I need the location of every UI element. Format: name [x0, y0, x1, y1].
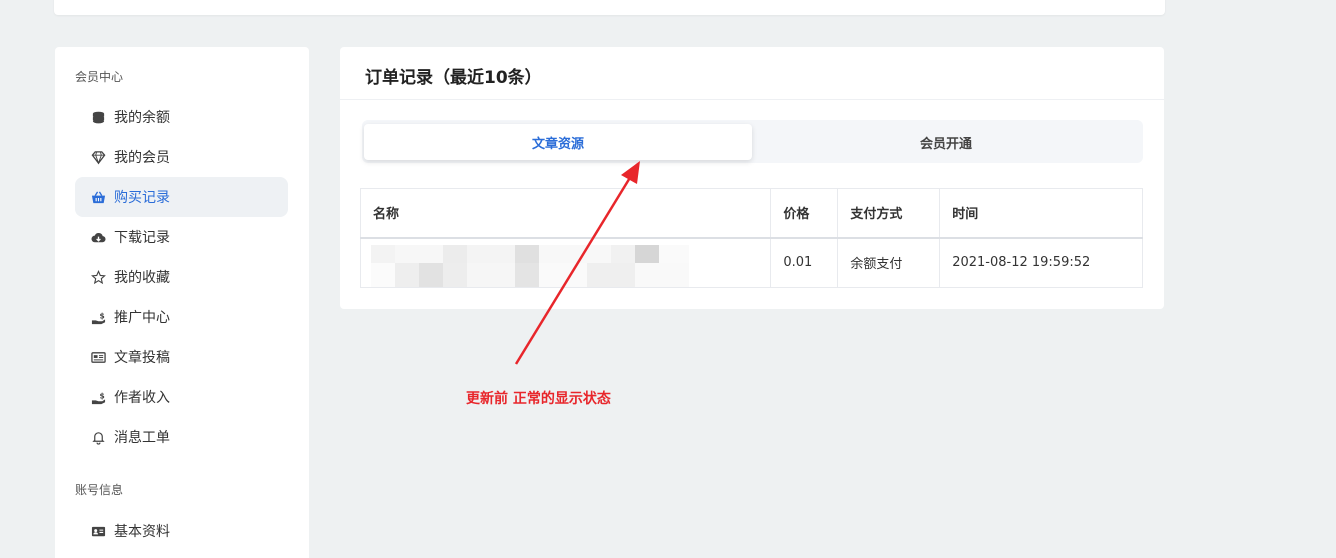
svg-text:$: $: [99, 311, 104, 320]
page-title: 订单记录（最近10条）: [365, 68, 542, 88]
table-header-row: 名称 价格 支付方式 时间: [359, 188, 1143, 239]
sidebar-section-member: 会员中心: [75, 70, 124, 84]
sidebar-item-label: 我的会员: [114, 150, 170, 166]
cloud-download-icon: [90, 229, 106, 245]
sidebar-item-membership[interactable]: 我的会员: [75, 137, 288, 177]
sidebar-item-label: 下载记录: [114, 230, 170, 246]
sidebar-item-author-income[interactable]: $ 作者收入: [75, 377, 288, 417]
sidebar-item-profile[interactable]: 基本资料: [75, 511, 288, 551]
tab-membership[interactable]: 会员开通: [752, 124, 1140, 160]
sidebar-item-label: 推广中心: [114, 310, 170, 326]
sidebar-item-label: 作者收入: [114, 390, 170, 406]
basket-icon: [90, 189, 106, 205]
orders-table: 名称 价格 支付方式 时间 0.01 余额支付 2021-08-12 19:59…: [359, 188, 1143, 288]
coins-icon: [90, 109, 106, 125]
sidebar-item-balance[interactable]: 我的余额: [75, 97, 288, 137]
diamond-icon: [90, 149, 106, 165]
column-header-name: 名称: [359, 188, 772, 239]
sidebar-item-purchases[interactable]: 购买记录: [75, 177, 288, 217]
column-header-time: 时间: [939, 188, 1143, 239]
sidebar-item-label: 我的收藏: [114, 270, 170, 286]
sidebar-item-label: 购买记录: [114, 190, 170, 206]
order-price-cell: 0.01: [770, 237, 839, 288]
newspaper-icon: [90, 349, 106, 365]
tab-article-resources[interactable]: 文章资源: [364, 124, 752, 160]
sidebar-section-account: 账号信息: [75, 483, 124, 497]
hand-dollar-icon: $: [90, 389, 106, 405]
sidebar-item-label: 我的余额: [114, 110, 170, 126]
bell-icon: [90, 429, 106, 445]
divider: [340, 99, 1164, 100]
sidebar-item-submit-article[interactable]: 文章投稿: [75, 337, 288, 377]
sidebar-item-label: 基本资料: [114, 524, 170, 540]
pixelated-mosaic: [371, 244, 701, 287]
table-row[interactable]: 0.01 余额支付 2021-08-12 19:59:52: [359, 237, 1143, 288]
sidebar-item-downloads[interactable]: 下载记录: [75, 217, 288, 257]
svg-text:$: $: [99, 391, 104, 400]
order-name-cell[interactable]: [359, 237, 772, 288]
sidebar-item-label: 消息工单: [114, 430, 170, 446]
top-card: [54, 0, 1165, 15]
star-icon: [90, 269, 106, 285]
sidebar: 会员中心 我的余额 我的会员 购买记录 下载记录 我的收藏 $ 推广中心 文章投…: [55, 47, 309, 558]
hand-dollar-icon: $: [90, 309, 106, 325]
order-records-panel: 订单记录（最近10条） 文章资源 会员开通 名称 价格 支付方式 时间 0.01…: [340, 47, 1164, 309]
id-card-icon: [90, 523, 106, 539]
column-header-price: 价格: [770, 188, 839, 239]
sidebar-item-favorites[interactable]: 我的收藏: [75, 257, 288, 297]
order-time-cell: 2021-08-12 19:59:52: [939, 237, 1143, 288]
annotation-text: 更新前 正常的显示状态: [466, 391, 611, 407]
tab-bar: 文章资源 会员开通: [362, 120, 1143, 163]
order-payment-cell: 余额支付: [837, 237, 941, 288]
sidebar-item-messages[interactable]: 消息工单: [75, 417, 288, 457]
sidebar-item-promotion[interactable]: $ 推广中心: [75, 297, 288, 337]
sidebar-item-label: 文章投稿: [114, 350, 170, 366]
column-header-payment: 支付方式: [837, 188, 941, 239]
